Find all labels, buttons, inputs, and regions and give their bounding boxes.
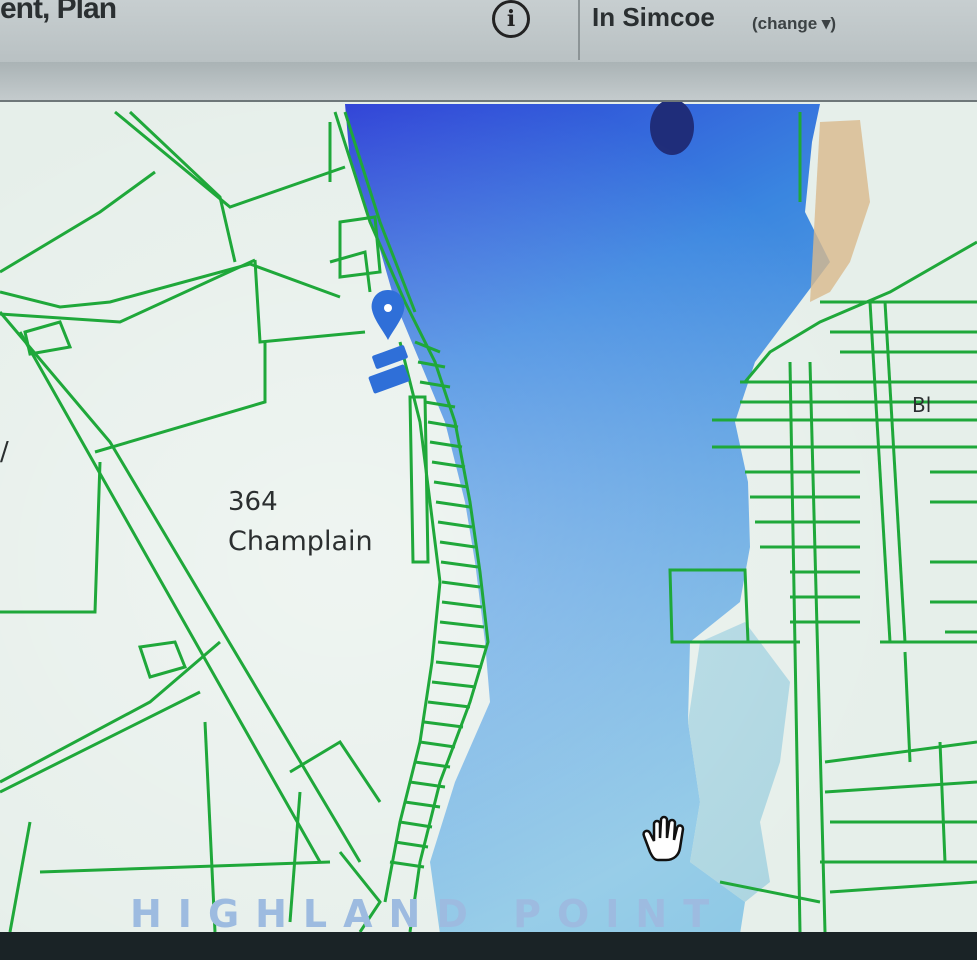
location-label: In Simcoe [592,2,715,32]
secondary-toolbar [0,62,977,102]
page-title: ent, Plan [0,0,117,25]
info-icon[interactable]: i [492,0,530,38]
top-bar: ent, Plan i In Simcoe (change ▾) [0,0,977,64]
edge-label-left: / [0,437,9,467]
parcel-number-label: 364 [228,487,278,517]
area-name-label: HIGHLAND POINT [130,892,725,934]
edge-label-right: Bl [912,393,931,417]
screen-glare [0,102,977,934]
map-canvas[interactable]: 364 Champlain HIGHLAND POINT Bl / [0,102,977,934]
map-view[interactable]: 364 Champlain HIGHLAND POINT Bl / [0,100,977,934]
screen-bezel-bottom [0,932,977,960]
divider [578,0,580,60]
road-name-label: Champlain [228,526,373,557]
change-location-link[interactable]: (change ▾) [752,14,836,34]
